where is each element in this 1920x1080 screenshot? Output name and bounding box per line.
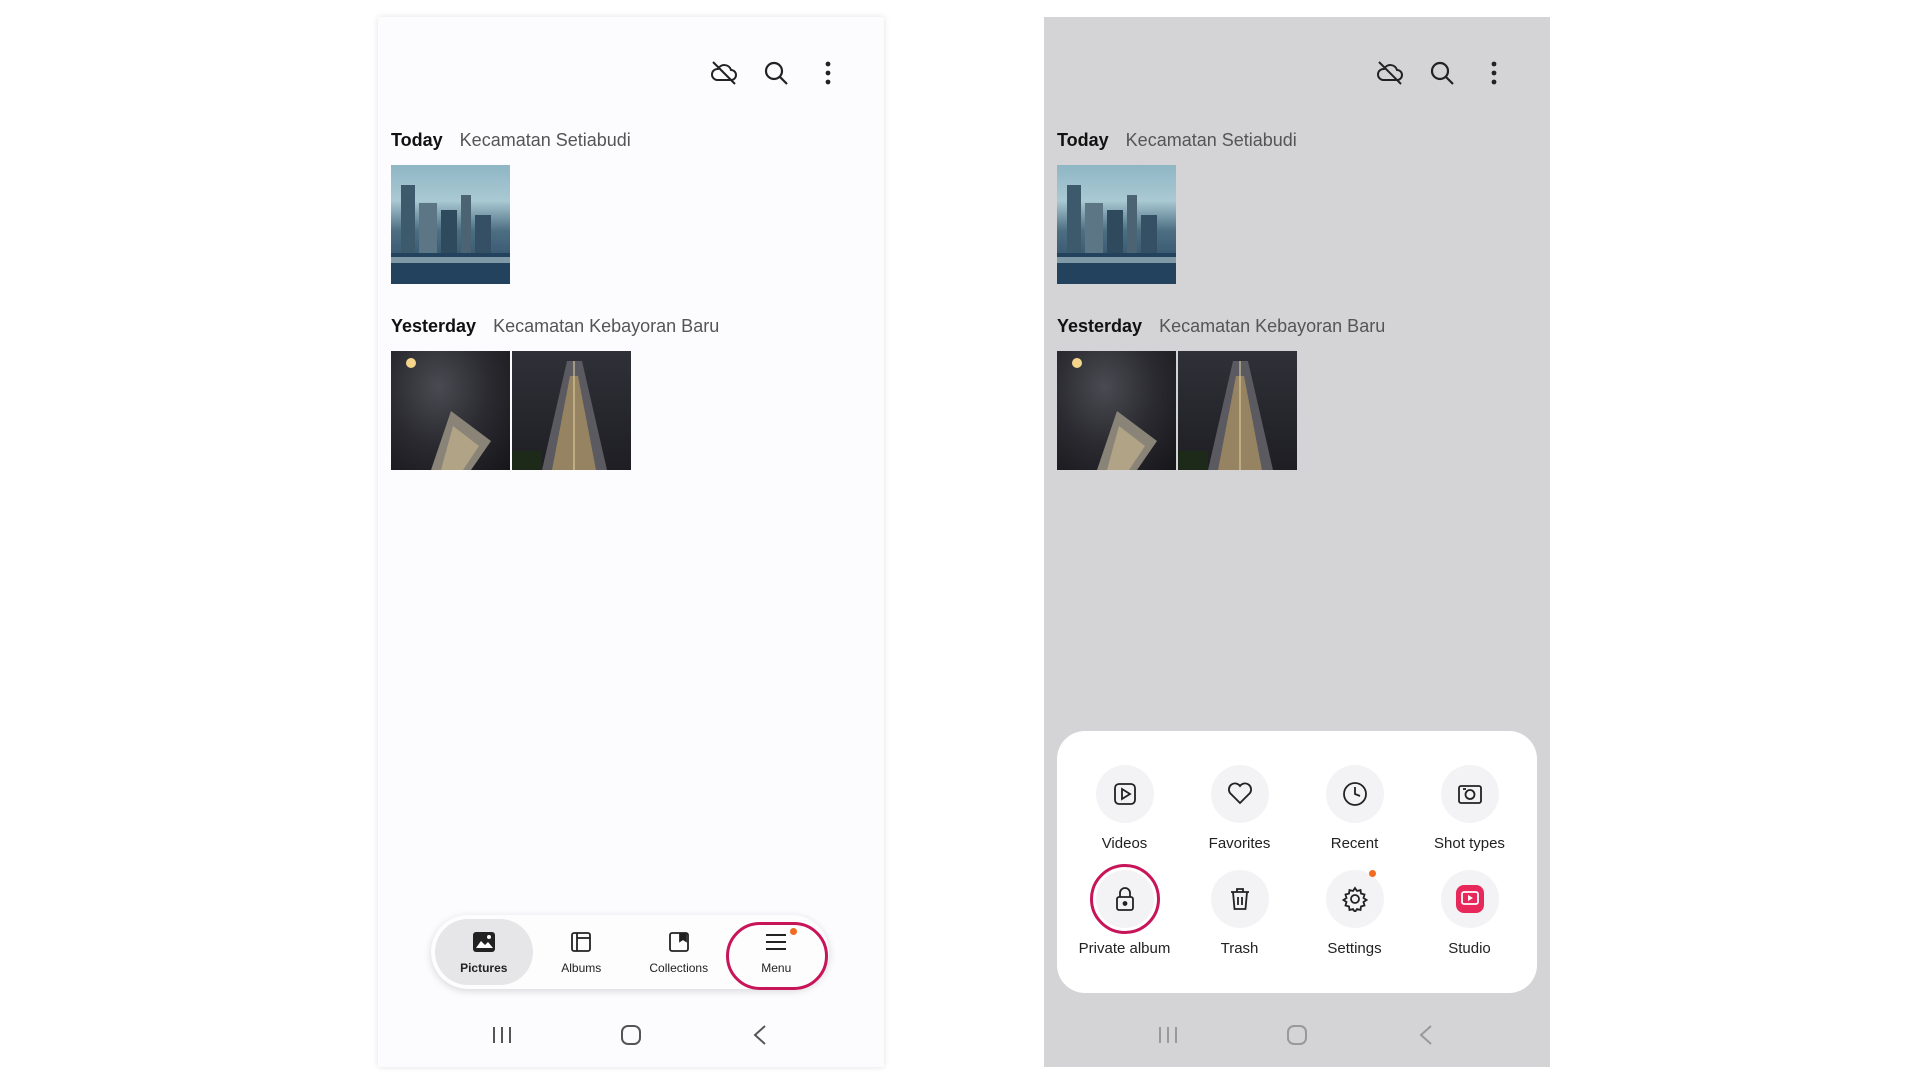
menu-item-recent[interactable]: Recent: [1297, 765, 1412, 852]
gallery-screen-left: Today Kecamatan Setiabudi Yesterday Keca…: [378, 17, 884, 1067]
collections-icon: [666, 929, 692, 955]
menu-item-label: Private album: [1078, 940, 1171, 957]
section-day-label: Yesterday: [391, 316, 477, 336]
notification-dot: [1368, 870, 1376, 877]
pictures-icon: [471, 929, 497, 955]
menu-item-videos[interactable]: Videos: [1067, 765, 1182, 852]
top-action-bar: [1374, 57, 1510, 89]
menu-item-label: Studio: [1448, 940, 1491, 957]
menu-bottom-sheet: Videos Favorites Recent Shot types Priva…: [1057, 731, 1537, 993]
section-location-label: Kecamatan Setiabudi: [459, 130, 631, 150]
home-icon[interactable]: [611, 1021, 651, 1049]
back-icon[interactable]: [740, 1021, 780, 1049]
albums-icon: [568, 929, 594, 955]
gallery-screen-right: Today Kecamatan Setiabudi Yesterday Keca…: [1044, 17, 1550, 1067]
nav-tab-pictures[interactable]: Pictures: [435, 919, 533, 985]
camera-icon: [1440, 765, 1499, 823]
trash-icon: [1210, 870, 1269, 928]
menu-item-settings[interactable]: Settings: [1297, 870, 1412, 957]
section-location-label: Kecamatan Setiabudi: [1125, 130, 1297, 150]
section-day-label: Today: [391, 130, 443, 150]
photo-thumbnail[interactable]: [1178, 351, 1297, 470]
back-icon[interactable]: [1406, 1021, 1446, 1049]
section-today: Today Kecamatan Setiabudi: [1057, 130, 1297, 284]
section-location-label: Kecamatan Kebayoran Baru: [493, 316, 720, 336]
more-vert-icon[interactable]: [812, 57, 844, 89]
nav-label: Collections: [649, 961, 709, 975]
menu-item-shot-types[interactable]: Shot types: [1412, 765, 1527, 852]
photo-thumbnail[interactable]: [391, 351, 510, 470]
section-day-label: Today: [1057, 130, 1109, 150]
nav-tab-collections[interactable]: Collections: [630, 919, 728, 985]
menu-item-studio[interactable]: Studio: [1412, 870, 1527, 957]
search-icon[interactable]: [760, 57, 792, 89]
photo-thumbnail[interactable]: [391, 165, 510, 284]
nav-label: Albums: [561, 961, 602, 975]
cloud-off-icon[interactable]: [1374, 57, 1406, 89]
studio-icon: [1440, 870, 1499, 928]
photo-thumbnail[interactable]: [1057, 165, 1176, 284]
nav-tab-albums[interactable]: Albums: [533, 919, 631, 985]
menu-item-label: Recent: [1330, 835, 1379, 852]
menu-item-favorites[interactable]: Favorites: [1182, 765, 1297, 852]
menu-item-label: Videos: [1101, 835, 1148, 852]
menu-item-label: Settings: [1327, 940, 1382, 957]
search-icon[interactable]: [1426, 57, 1458, 89]
recent-apps-icon[interactable]: [482, 1021, 522, 1049]
menu-item-label: Trash: [1220, 940, 1259, 957]
heart-icon: [1210, 765, 1269, 823]
recent-apps-icon[interactable]: [1148, 1021, 1188, 1049]
home-icon[interactable]: [1277, 1021, 1317, 1049]
gear-icon: [1325, 870, 1384, 928]
more-vert-icon[interactable]: [1478, 57, 1510, 89]
system-navigation-bar: [378, 1021, 884, 1049]
top-action-bar: [708, 57, 844, 89]
section-day-label: Yesterday: [1057, 316, 1143, 336]
clock-icon: [1325, 765, 1384, 823]
photo-thumbnail[interactable]: [1057, 351, 1176, 470]
section-today: Today Kecamatan Setiabudi: [391, 130, 631, 284]
cloud-off-icon[interactable]: [708, 57, 740, 89]
section-yesterday: Yesterday Kecamatan Kebayoran Baru: [1057, 316, 1385, 470]
menu-item-trash[interactable]: Trash: [1182, 870, 1297, 957]
videos-icon: [1095, 765, 1154, 823]
nav-label: Pictures: [460, 961, 508, 975]
section-yesterday: Yesterday Kecamatan Kebayoran Baru: [391, 316, 719, 470]
section-location-label: Kecamatan Kebayoran Baru: [1159, 316, 1386, 336]
lock-icon: [1095, 870, 1154, 928]
photo-thumbnail[interactable]: [512, 351, 631, 470]
menu-item-label: Favorites: [1208, 835, 1271, 852]
menu-highlight-ring: [726, 922, 828, 990]
menu-item-private-album[interactable]: Private album: [1067, 864, 1182, 957]
menu-item-label: Shot types: [1434, 835, 1505, 852]
system-navigation-bar: [1044, 1021, 1550, 1049]
